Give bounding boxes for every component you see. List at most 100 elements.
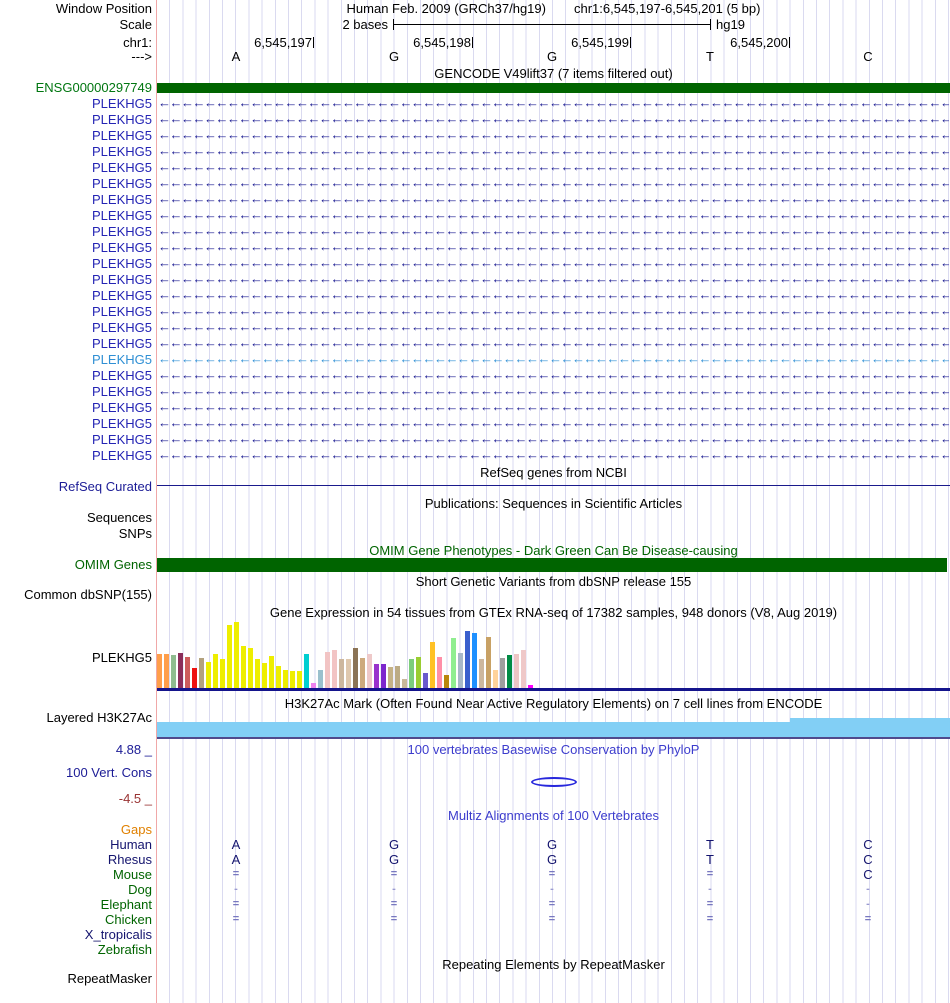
gtex-tissue-bar[interactable] [381,664,386,688]
refseq-curated-line[interactable] [157,485,950,486]
multiz-alignment-cell[interactable]: - [708,883,712,896]
gtex-tissue-bar[interactable] [290,671,295,688]
transcript-label[interactable]: PLEKHG5 [92,289,152,302]
multiz-alignment-cell[interactable]: = [391,913,397,926]
multiz-alignment-cell[interactable]: C [863,868,872,881]
transcript-label[interactable]: PLEKHG5 [92,257,152,270]
multiz-species-label[interactable]: X_tropicalis [85,928,152,941]
gtex-tissue-bar[interactable] [339,659,344,688]
multiz-alignment-cell[interactable]: = [707,868,713,881]
multiz-species-label[interactable]: Mouse [113,868,152,881]
omim-genes-label[interactable]: OMIM Genes [75,558,152,571]
gtex-tissue-bar[interactable] [199,658,204,688]
transcript-intron-arrows[interactable]: ←←←←←←←←←←←←←←←←←←←←←←←←←←←←←←←←←←←←←←←←… [158,401,949,414]
layered-h3k27ac-label[interactable]: Layered H3K27Ac [46,711,152,724]
gtex-tissue-bar[interactable] [248,648,253,688]
transcript-intron-arrows[interactable]: ←←←←←←←←←←←←←←←←←←←←←←←←←←←←←←←←←←←←←←←←… [158,273,949,286]
transcript-intron-arrows[interactable]: ←←←←←←←←←←←←←←←←←←←←←←←←←←←←←←←←←←←←←←←←… [158,241,949,254]
transcript-label[interactable]: PLEKHG5 [92,385,152,398]
gtex-tissue-bar[interactable] [318,670,323,688]
transcript-intron-arrows[interactable]: ←←←←←←←←←←←←←←←←←←←←←←←←←←←←←←←←←←←←←←←←… [158,113,949,126]
gtex-tissue-bar[interactable] [395,666,400,688]
gtex-tissue-bar[interactable] [178,653,183,688]
multiz-alignment-cell[interactable]: - [392,883,396,896]
gtex-tissue-bar[interactable] [479,659,484,688]
transcript-label[interactable]: PLEKHG5 [92,129,152,142]
multiz-alignment-cell[interactable]: C [863,838,872,851]
gtex-tissue-bar[interactable] [465,631,470,688]
common-dbsnp-label[interactable]: Common dbSNP(155) [24,588,152,601]
repeatmasker-label[interactable]: RepeatMasker [67,972,152,985]
gtex-tissue-bar[interactable] [325,652,330,688]
multiz-alignment-cell[interactable]: G [547,853,557,866]
multiz-alignment-cell[interactable]: - [866,898,870,911]
multiz-alignment-cell[interactable]: = [707,913,713,926]
gtex-tissue-bar[interactable] [409,659,414,688]
gtex-expression-bar-chart[interactable] [157,621,537,688]
multiz-alignment-cell[interactable]: = [233,898,239,911]
transcript-intron-arrows[interactable]: ←←←←←←←←←←←←←←←←←←←←←←←←←←←←←←←←←←←←←←←←… [158,369,949,382]
multiz-species-label[interactable]: Human [110,838,152,851]
gtex-tissue-bar[interactable] [493,670,498,688]
gtex-tissue-bar[interactable] [402,679,407,688]
transcript-intron-arrows[interactable]: ←←←←←←←←←←←←←←←←←←←←←←←←←←←←←←←←←←←←←←←←… [158,289,949,302]
multiz-alignment-cell[interactable]: = [233,868,239,881]
gtex-tissue-bar[interactable] [283,670,288,688]
multiz-species-label[interactable]: Elephant [101,898,152,911]
transcript-intron-arrows[interactable]: ←←←←←←←←←←←←←←←←←←←←←←←←←←←←←←←←←←←←←←←←… [158,433,949,446]
transcript-label[interactable]: PLEKHG5 [92,225,152,238]
multiz-alignment-cell[interactable]: G [547,838,557,851]
gtex-tissue-bar[interactable] [430,642,435,688]
transcript-intron-arrows[interactable]: ←←←←←←←←←←←←←←←←←←←←←←←←←←←←←←←←←←←←←←←←… [158,321,949,334]
transcript-label[interactable]: PLEKHG5 [92,449,152,462]
gtex-tissue-bar[interactable] [171,655,176,688]
gtex-tissue-bar[interactable] [451,638,456,688]
multiz-alignment-cell[interactable]: = [865,913,871,926]
transcript-intron-arrows[interactable]: ←←←←←←←←←←←←←←←←←←←←←←←←←←←←←←←←←←←←←←←←… [158,161,949,174]
transcript-label[interactable]: PLEKHG5 [92,97,152,110]
transcript-label[interactable]: PLEKHG5 [92,145,152,158]
refseq-curated-label[interactable]: RefSeq Curated [59,480,152,493]
transcript-label[interactable]: PLEKHG5 [92,369,152,382]
gtex-tissue-bar[interactable] [507,655,512,688]
multiz-alignment-cell[interactable]: = [549,898,555,911]
multiz-alignment-cell[interactable]: - [866,883,870,896]
transcript-label[interactable]: PLEKHG5 [92,209,152,222]
gtex-tissue-bar[interactable] [444,675,449,688]
multiz-alignment-cell[interactable]: = [391,898,397,911]
gtex-tissue-bar[interactable] [269,656,274,688]
transcript-intron-arrows[interactable]: ←←←←←←←←←←←←←←←←←←←←←←←←←←←←←←←←←←←←←←←←… [158,385,949,398]
gtex-tissue-bar[interactable] [220,659,225,688]
transcript-intron-arrows[interactable]: ←←←←←←←←←←←←←←←←←←←←←←←←←←←←←←←←←←←←←←←←… [158,337,949,350]
gtex-tissue-bar[interactable] [255,659,260,688]
transcript-intron-arrows[interactable]: ←←←←←←←←←←←←←←←←←←←←←←←←←←←←←←←←←←←←←←←←… [158,353,949,366]
gtex-tissue-bar[interactable] [192,668,197,688]
gtex-tissue-bar[interactable] [206,662,211,688]
multiz-alignment-cell[interactable]: A [232,838,241,851]
multiz-alignment-cell[interactable]: = [391,868,397,881]
gtex-tissue-bar[interactable] [360,658,365,688]
gtex-tissue-bar[interactable] [262,663,267,688]
multiz-species-label[interactable]: Rhesus [108,853,152,866]
transcript-label[interactable]: PLEKHG5 [92,241,152,254]
snps-label[interactable]: SNPs [119,527,152,540]
gtex-tissue-bar[interactable] [416,657,421,688]
transcript-label[interactable]: PLEKHG5 [92,161,152,174]
multiz-alignment-cell[interactable]: C [863,853,872,866]
gtex-tissue-bar[interactable] [304,654,309,688]
transcript-label[interactable]: PLEKHG5 [92,337,152,350]
gtex-tissue-bar[interactable] [276,666,281,688]
gtex-tissue-bar[interactable] [367,654,372,688]
gtex-tissue-bar[interactable] [213,654,218,688]
transcript-intron-arrows[interactable]: ←←←←←←←←←←←←←←←←←←←←←←←←←←←←←←←←←←←←←←←←… [158,449,949,462]
phylop-track-label[interactable]: 100 Vert. Cons [66,766,152,779]
gtex-tissue-bar[interactable] [472,633,477,688]
gtex-tissue-bar[interactable] [423,673,428,688]
gtex-tissue-bar[interactable] [353,648,358,688]
gtex-tissue-bar[interactable] [185,657,190,688]
transcript-label[interactable]: PLEKHG5 [92,321,152,334]
transcript-label[interactable]: PLEKHG5 [92,305,152,318]
gtex-tissue-bar[interactable] [157,654,162,688]
multiz-alignment-cell[interactable]: = [549,868,555,881]
transcript-label[interactable]: PLEKHG5 [92,177,152,190]
